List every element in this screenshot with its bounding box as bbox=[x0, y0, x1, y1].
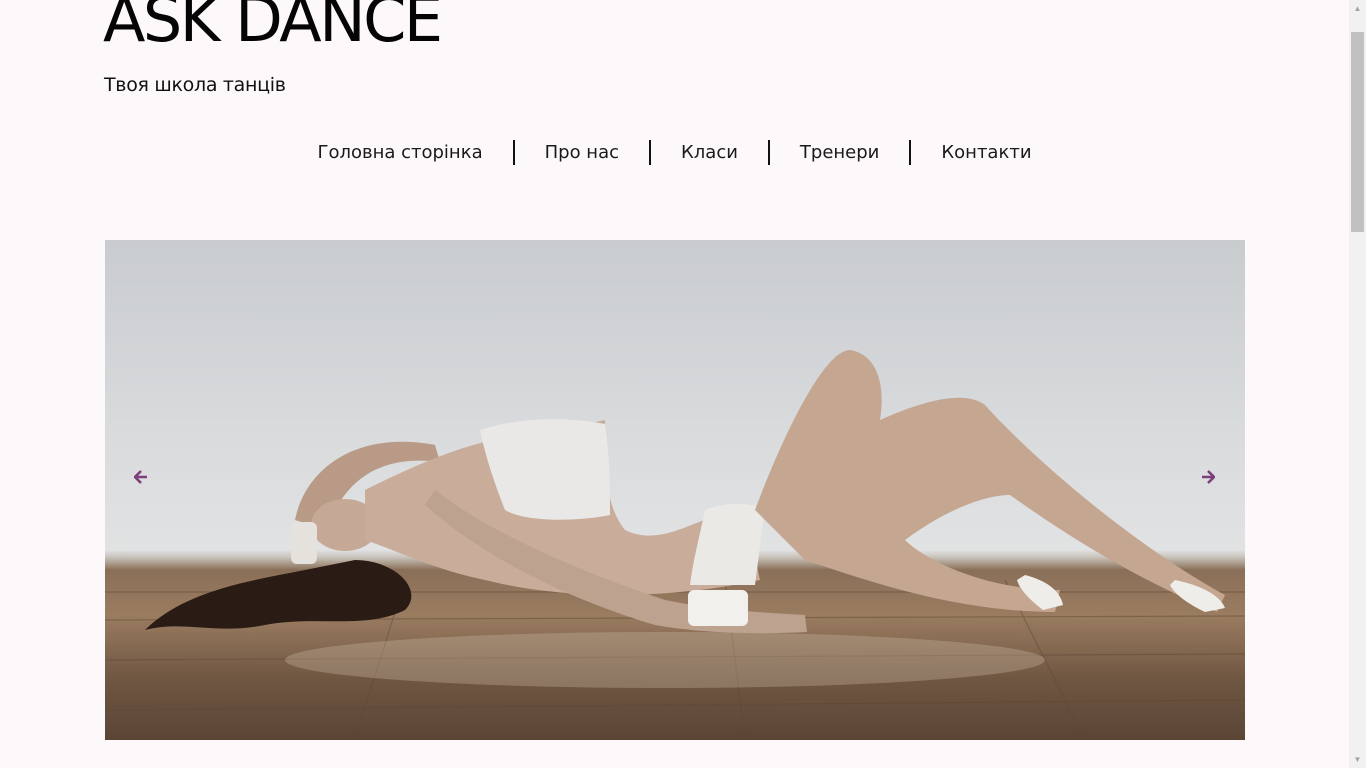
image-slider bbox=[105, 240, 1245, 740]
slide-image-dancer bbox=[105, 350, 1245, 740]
slider-next-button[interactable] bbox=[1193, 462, 1223, 492]
scroll-down-icon[interactable]: ▼ bbox=[1349, 751, 1366, 768]
main-navigation: Головна сторінка Про нас Класи Тренери К… bbox=[0, 140, 1349, 165]
arrow-left-icon bbox=[134, 470, 147, 484]
site-tagline: Твоя школа танців bbox=[104, 74, 286, 96]
arrow-right-icon bbox=[1202, 470, 1215, 484]
nav-item-trainers[interactable]: Тренери bbox=[767, 140, 909, 165]
scrollbar-thumb[interactable] bbox=[1351, 32, 1364, 232]
nav-item-contacts[interactable]: Контакти bbox=[909, 140, 1061, 165]
scroll-up-icon[interactable]: ▲ bbox=[1349, 0, 1366, 17]
slider-prev-button[interactable] bbox=[126, 462, 156, 492]
site-title[interactable]: ASK DANCE bbox=[103, 0, 443, 51]
nav-item-about[interactable]: Про нас bbox=[512, 140, 649, 165]
page-scrollbar[interactable]: ▲ ▼ bbox=[1349, 0, 1366, 768]
nav-item-classes[interactable]: Класи bbox=[649, 140, 768, 165]
nav-item-home[interactable]: Головна сторінка bbox=[287, 140, 512, 165]
